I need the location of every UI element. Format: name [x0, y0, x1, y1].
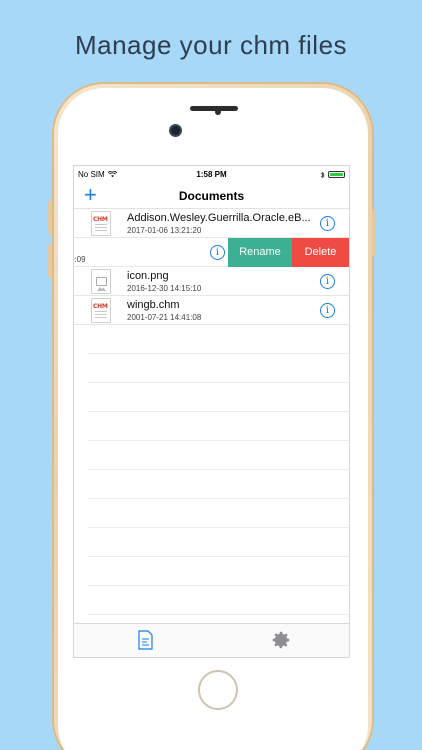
file-date: 2001-07-21 14:41:08 [127, 313, 202, 322]
page-title: Documents [178, 188, 245, 203]
list-item-swiped[interactable]: 0:09 i Rename Delete [74, 238, 349, 267]
file-name: Addison.Wesley.Guerrilla.Oracle.eB... [127, 212, 311, 224]
file-type-tag: CHM [93, 216, 108, 223]
battery-icon [328, 171, 345, 178]
sensor [215, 109, 221, 115]
volume-up-button [48, 200, 52, 234]
image-file-icon [91, 269, 111, 294]
volume-down-button [48, 244, 52, 278]
file-name: icon.png [127, 270, 169, 282]
file-name: wingb.chm [127, 299, 180, 311]
empty-row [88, 325, 349, 354]
file-date: 0:09 [74, 255, 86, 264]
empty-row [88, 557, 349, 586]
info-icon[interactable]: i [320, 216, 335, 231]
front-camera [171, 126, 180, 135]
tab-documents[interactable] [134, 629, 156, 651]
list-item[interactable]: icon.png 2016-12-30 14:15:10 i [74, 267, 349, 296]
list-item[interactable]: CHM Addison.Wesley.Guerrilla.Oracle.eB..… [74, 209, 349, 238]
tab-bar [74, 623, 349, 657]
gear-icon [272, 631, 290, 649]
file-type-tag: CHM [93, 303, 108, 310]
screen: No SIM 1:58 PM + Documents CHM Addison.W… [73, 165, 350, 658]
tab-settings[interactable] [270, 629, 292, 651]
rename-button[interactable]: Rename [228, 238, 292, 267]
document-icon [138, 630, 153, 650]
file-date: 2017-01-06 13:21:20 [127, 226, 202, 235]
speaker [190, 106, 238, 111]
info-icon[interactable]: i [320, 303, 335, 318]
power-button [372, 210, 376, 256]
empty-row [88, 441, 349, 470]
add-button[interactable]: + [84, 183, 97, 207]
empty-row [88, 412, 349, 441]
empty-row [88, 499, 349, 528]
home-button[interactable] [198, 670, 238, 710]
empty-row [88, 354, 349, 383]
file-list: CHM Addison.Wesley.Guerrilla.Oracle.eB..… [74, 209, 349, 615]
chm-file-icon: CHM [91, 211, 111, 236]
empty-row [88, 383, 349, 412]
empty-row [88, 470, 349, 499]
empty-row [88, 528, 349, 557]
empty-row [88, 586, 349, 615]
file-date: 2016-12-30 14:15:10 [127, 284, 202, 293]
status-bar: No SIM 1:58 PM [74, 166, 349, 183]
status-time: 1:58 PM [196, 170, 227, 179]
chm-file-icon: CHM [91, 298, 111, 323]
delete-button[interactable]: Delete [292, 238, 349, 267]
list-item[interactable]: CHM wingb.chm 2001-07-21 14:41:08 i [74, 296, 349, 325]
headline: Manage your chm files [74, 30, 348, 60]
info-icon[interactable]: i [320, 274, 335, 289]
info-icon[interactable]: i [210, 245, 225, 260]
nav-bar: + Documents [74, 183, 349, 209]
